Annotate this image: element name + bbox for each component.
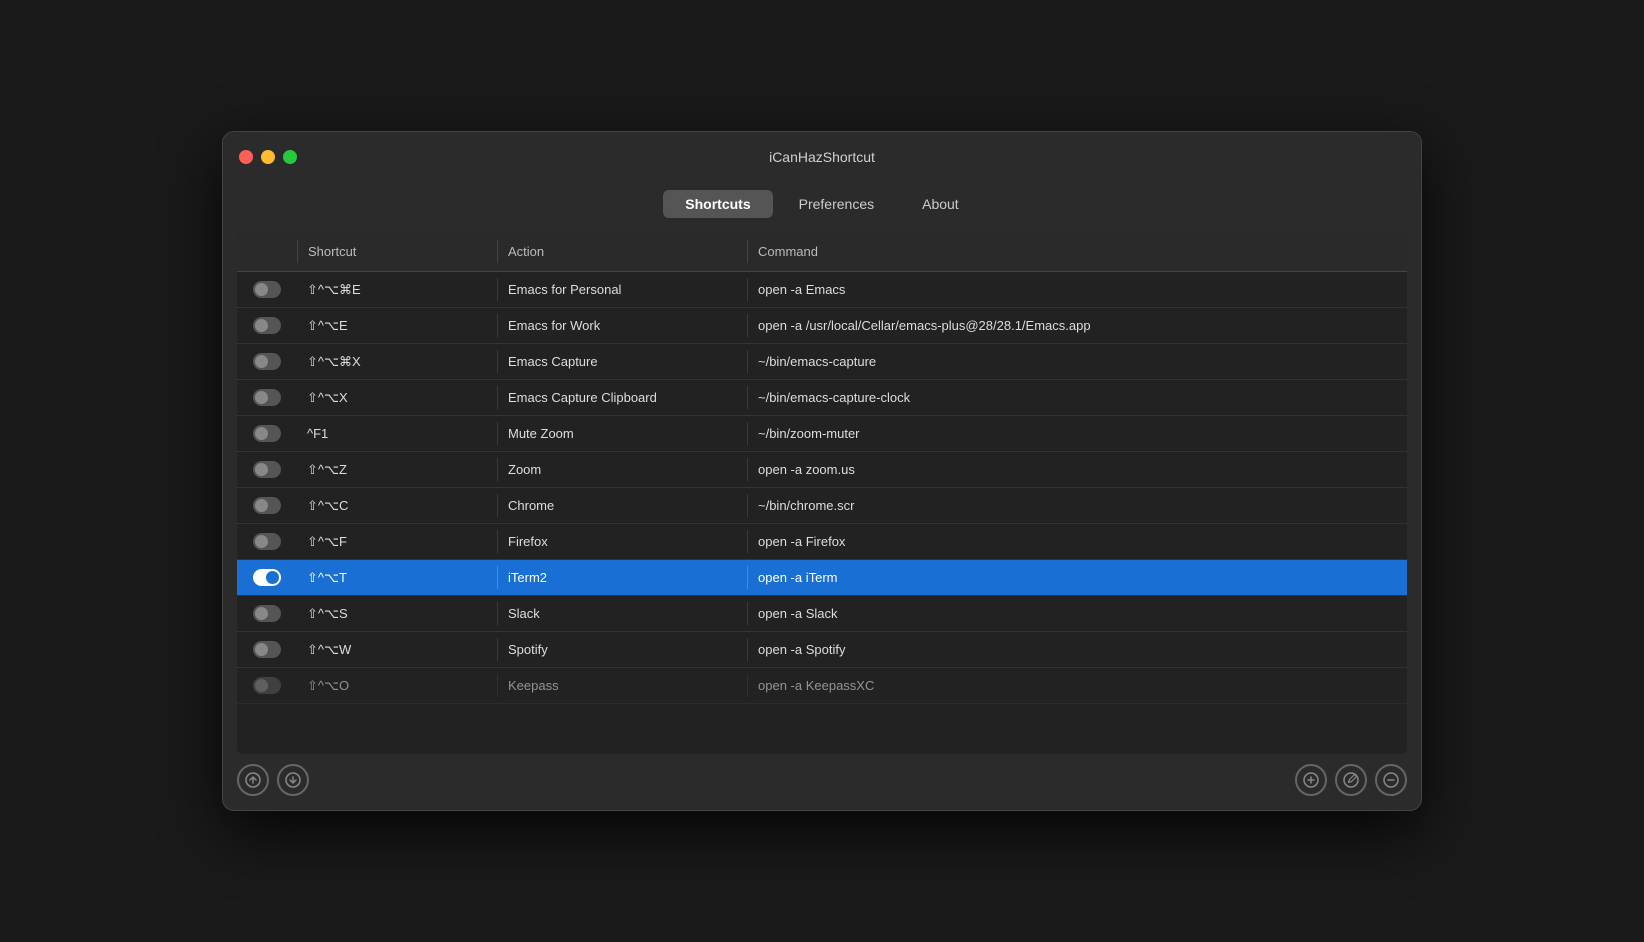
row-shortcut: ⇧^⌥S [297,602,497,626]
row-command: ~/bin/emacs-capture-clock [747,386,1407,409]
content-area: Shortcut Action Command ⇧^⌥⌘EEmacs for P… [237,232,1407,754]
toggle-switch[interactable] [253,569,281,586]
table-row[interactable]: ⇧^⌥XEmacs Capture Clipboard~/bin/emacs-c… [237,380,1407,416]
toolbar-right [1295,764,1407,796]
row-shortcut: ⇧^⌥Z [297,458,497,482]
move-down-button[interactable] [277,764,309,796]
toggle-switch[interactable] [253,281,281,298]
row-shortcut: ⇧^⌥⌘X [297,350,497,374]
row-action: Emacs Capture [497,350,747,373]
row-toggle-cell [237,529,297,554]
row-toggle-cell [237,493,297,518]
row-action: Slack [497,602,747,625]
row-command: open -a Firefox [747,530,1407,553]
move-up-button[interactable] [237,764,269,796]
row-toggle-cell [237,313,297,338]
toggle-switch[interactable] [253,353,281,370]
row-action: Keepass [497,674,747,697]
row-toggle-cell [237,277,297,302]
row-toggle-cell [237,673,297,698]
toggle-switch[interactable] [253,677,281,694]
row-shortcut: ⇧^⌥T [297,566,497,590]
remove-button[interactable] [1375,764,1407,796]
toggle-switch[interactable] [253,497,281,514]
row-shortcut: ⇧^⌥F [297,530,497,554]
row-toggle-cell [237,457,297,482]
app-window: iCanHazShortcut Shortcuts Preferences Ab… [222,131,1422,811]
row-toggle-cell [237,601,297,626]
titlebar: iCanHazShortcut [223,132,1421,182]
row-toggle-cell [237,565,297,590]
row-action: Mute Zoom [497,422,747,445]
row-shortcut: ⇧^⌥O [297,674,497,698]
table-row[interactable]: ⇧^⌥OKeepassopen -a KeepassXC [237,668,1407,704]
toolbar-bottom [223,754,1421,810]
row-action: iTerm2 [497,566,747,589]
col-command: Command [747,240,1407,263]
close-button[interactable] [239,150,253,164]
table-row[interactable]: ⇧^⌥⌘XEmacs Capture~/bin/emacs-capture [237,344,1407,380]
tab-about[interactable]: About [900,190,981,218]
table-row[interactable]: ⇧^⌥TiTerm2open -a iTerm [237,560,1407,596]
tab-bar: Shortcuts Preferences About [223,182,1421,232]
row-action: Firefox [497,530,747,553]
table-row[interactable]: ⇧^⌥⌘EEmacs for Personalopen -a Emacs [237,272,1407,308]
edit-button[interactable] [1335,764,1367,796]
row-toggle-cell [237,637,297,662]
table-row[interactable]: ⇧^⌥WSpotifyopen -a Spotify [237,632,1407,668]
table-header: Shortcut Action Command [237,232,1407,272]
maximize-button[interactable] [283,150,297,164]
row-action: Chrome [497,494,747,517]
table-row[interactable]: ⇧^⌥SSlackopen -a Slack [237,596,1407,632]
table-row[interactable]: ⇧^⌥FFirefoxopen -a Firefox [237,524,1407,560]
table-row[interactable]: ⇧^⌥ZZoomopen -a zoom.us [237,452,1407,488]
toggle-switch[interactable] [253,389,281,406]
table-row[interactable]: ⇧^⌥CChrome~/bin/chrome.scr [237,488,1407,524]
row-command: open -a Spotify [747,638,1407,661]
row-action: Emacs for Work [497,314,747,337]
row-command: open -a KeepassXC [747,674,1407,697]
row-command: open -a /usr/local/Cellar/emacs-plus@28/… [747,314,1407,337]
row-shortcut: ⇧^⌥⌘E [297,278,497,302]
row-toggle-cell [237,349,297,374]
add-button[interactable] [1295,764,1327,796]
row-command: ~/bin/zoom-muter [747,422,1407,445]
col-toggle [237,240,297,263]
row-shortcut: ⇧^⌥W [297,638,497,662]
table-body: ⇧^⌥⌘EEmacs for Personalopen -a Emacs⇧^⌥E… [237,272,1407,754]
row-command: open -a iTerm [747,566,1407,589]
row-action: Spotify [497,638,747,661]
row-command: open -a Emacs [747,278,1407,301]
row-toggle-cell [237,385,297,410]
row-action: Emacs Capture Clipboard [497,386,747,409]
table-row[interactable]: ^F1Mute Zoom~/bin/zoom-muter [237,416,1407,452]
traffic-lights [239,150,297,164]
tab-preferences[interactable]: Preferences [777,190,896,218]
row-command: ~/bin/chrome.scr [747,494,1407,517]
row-shortcut: ^F1 [297,422,497,445]
toggle-switch[interactable] [253,641,281,658]
toolbar-left [237,764,309,796]
toggle-switch[interactable] [253,605,281,622]
toggle-switch[interactable] [253,425,281,442]
toggle-switch[interactable] [253,461,281,478]
row-command: open -a zoom.us [747,458,1407,481]
minimize-button[interactable] [261,150,275,164]
row-shortcut: ⇧^⌥E [297,314,497,338]
row-shortcut: ⇧^⌥X [297,386,497,410]
col-action: Action [497,240,747,263]
toggle-switch[interactable] [253,317,281,334]
row-action: Zoom [497,458,747,481]
table-row[interactable]: ⇧^⌥EEmacs for Workopen -a /usr/local/Cel… [237,308,1407,344]
row-action: Emacs for Personal [497,278,747,301]
row-shortcut: ⇧^⌥C [297,494,497,518]
row-command: ~/bin/emacs-capture [747,350,1407,373]
window-title: iCanHazShortcut [769,149,875,165]
row-command: open -a Slack [747,602,1407,625]
toggle-switch[interactable] [253,533,281,550]
col-shortcut: Shortcut [297,240,497,263]
row-toggle-cell [237,421,297,446]
tab-shortcuts[interactable]: Shortcuts [663,190,772,218]
